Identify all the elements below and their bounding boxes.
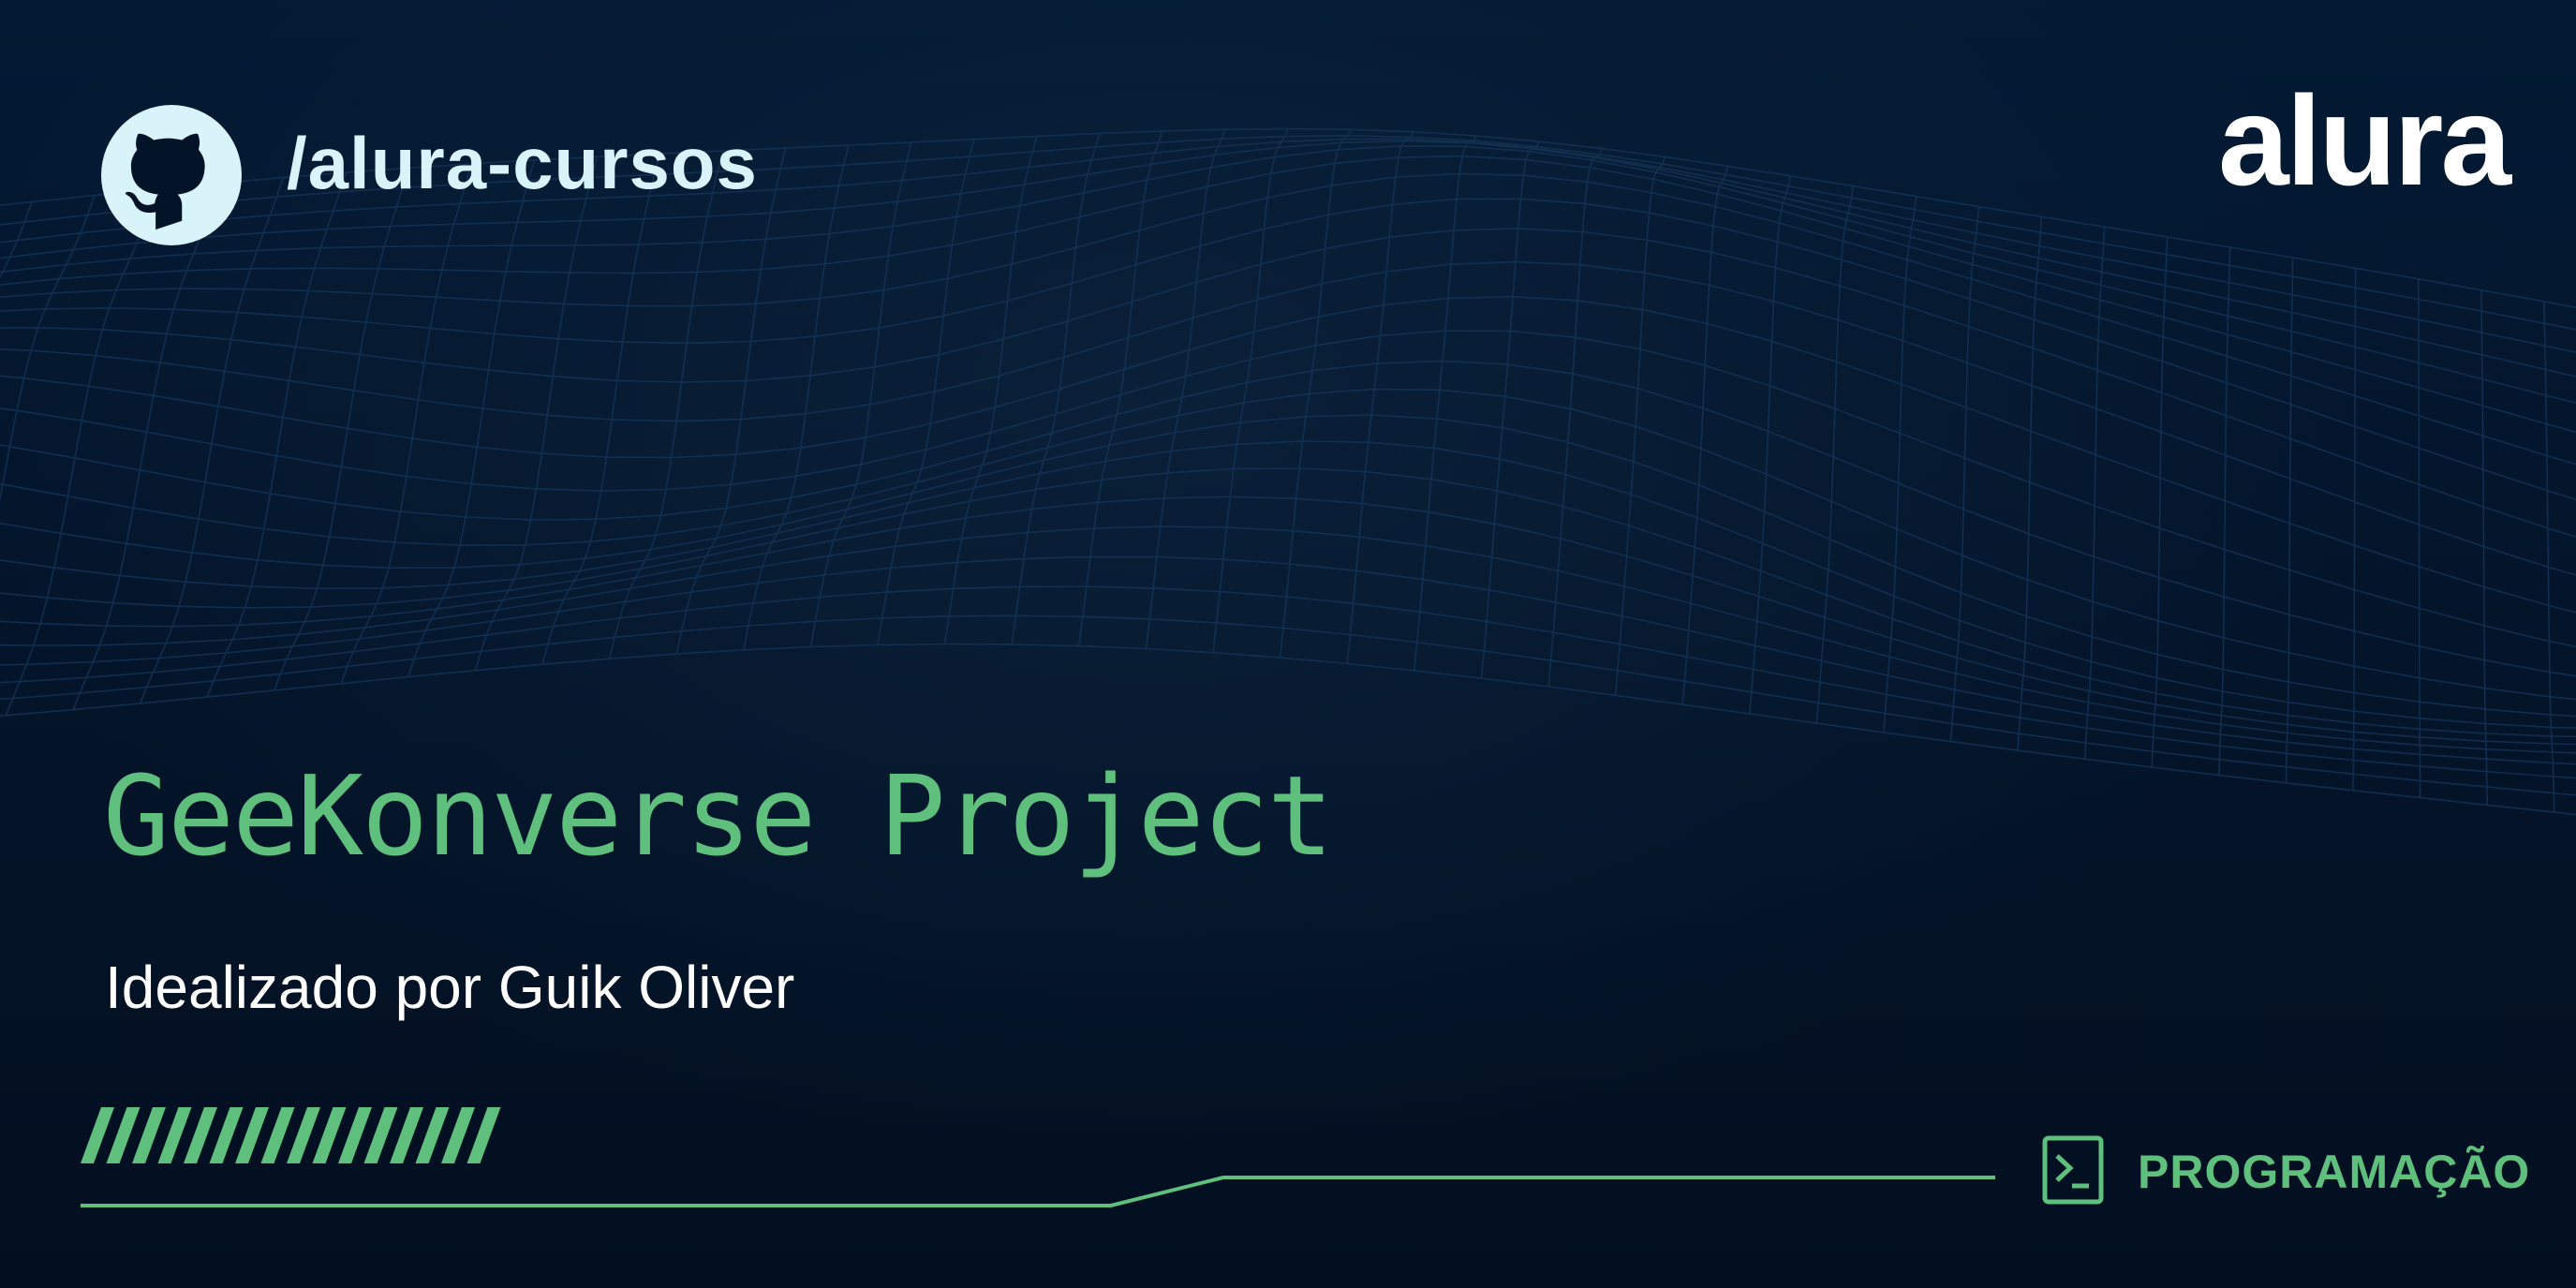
course-banner: /alura-cursos alura GeeKonverse Project … [0, 0, 2576, 1288]
footer-divider-line [81, 1176, 1995, 1207]
terminal-icon [2042, 1135, 2104, 1205]
alura-logo: alura [2218, 69, 2511, 212]
github-icon [101, 105, 242, 245]
category-label: PROGRAMAÇÃO [2138, 1146, 2531, 1198]
wireframe-mesh-lines [0, 127, 2576, 816]
project-subtitle: Idealizado por Guik Oliver [105, 954, 795, 1021]
repo-handle: /alura-cursos [287, 122, 758, 204]
project-title: GeeKonverse Project [103, 751, 1334, 881]
